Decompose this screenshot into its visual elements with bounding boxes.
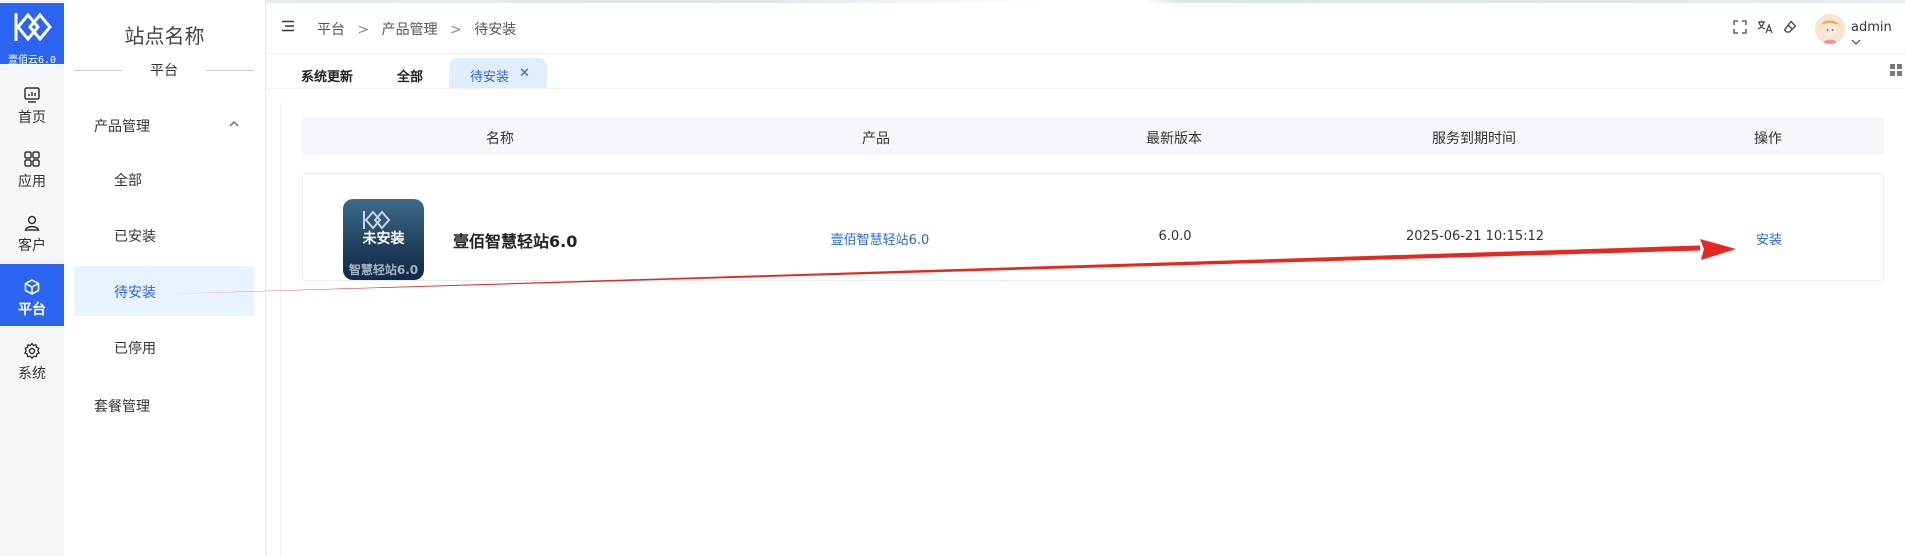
menu-group-label: 套餐管理 [94,399,150,415]
product-link[interactable]: 壹佰智慧轻站6.0 [831,229,930,248]
menu-group-label: 产品管理 [94,119,150,135]
product-image: 未安装 智慧轻站6.0 [343,199,424,280]
user-name: admin [1851,20,1892,35]
breadcrumb-item: 待安装 [474,22,517,38]
product-name: 壹佰智慧轻站6.0 [453,232,578,251]
eraser-icon[interactable] [1783,20,1797,34]
dashboard-icon [24,87,40,103]
product-status-badge: 未安装 [362,231,405,247]
tab-label: 系统更新 [301,70,354,85]
logo-icon [14,12,52,42]
menu-group-product-management[interactable]: 产品管理 [74,112,254,140]
close-tab-icon[interactable]: ✕ [519,66,530,81]
menu-toggle-icon[interactable] [281,20,295,32]
icon-rail: 壹佰云6.0 首页 应用 客户 平台 系统 [0,0,64,556]
column-header: 名称 [486,131,514,147]
breadcrumb-item[interactable]: 平台 [317,22,345,38]
sidebar-item-disabled[interactable]: 已停用 [74,322,254,372]
cube-icon [24,279,40,295]
column-header: 操作 [1754,131,1782,147]
column-header: 最新版本 [1146,131,1202,147]
main-content: 名称 产品 最新版本 服务到期时间 操作 未安装 智慧轻站6.0 壹佰智慧轻站6… [280,103,1905,556]
menu-group-plan-management[interactable]: 套餐管理 [74,392,254,420]
sidebar-item-pending[interactable]: 待安装 [74,266,254,316]
rail-item-home[interactable]: 首页 [0,72,64,134]
logo[interactable]: 壹佰云6.0 [0,3,64,66]
table-header: 名称 产品 最新版本 服务到期时间 操作 [302,117,1884,155]
expires-cell: 2025-06-21 10:15:12 [1405,229,1545,244]
apps-grid-icon [24,151,40,167]
logo-text: 壹佰云6.0 [7,55,57,66]
tab-label: 待安装 [470,70,510,85]
column-header: 产品 [862,131,890,147]
user-menu[interactable]: admin [1851,20,1905,50]
install-button[interactable]: 安装 [1756,229,1782,248]
sidebar-item-all[interactable]: 全部 [74,154,254,204]
avatar-icon [1815,14,1845,44]
sidebar-item-installed[interactable]: 已安装 [74,210,254,260]
header: 平台 > 产品管理 > 待安装 admin [265,3,1905,54]
chevron-up-icon [229,121,239,127]
breadcrumb-separator: > [450,22,462,38]
sidebar-item-label: 已停用 [114,341,156,357]
tab-pending[interactable]: 待安装 ✕ [449,58,547,88]
tabs-menu-icon[interactable] [1890,64,1902,76]
tab-bar: 系统更新 全部 待安装 ✕ [265,54,1905,89]
breadcrumb-separator: > [357,22,370,38]
translate-icon[interactable] [1757,20,1773,34]
version-cell: 6.0.0 [1158,229,1192,244]
sidebar-section-header: 平台 [74,58,254,82]
rail-label: 平台 [18,302,46,318]
divider [206,70,254,71]
table-row: 未安装 智慧轻站6.0 壹佰智慧轻站6.0 壹佰智慧轻站6.0 6.0.0 20… [302,173,1884,281]
rail-item-apps[interactable]: 应用 [0,136,64,198]
gear-icon [23,342,41,360]
tab-all[interactable]: 全部 [397,58,437,88]
rail-label: 首页 [18,110,46,126]
breadcrumb-item[interactable]: 产品管理 [382,22,438,38]
rail-item-platform[interactable]: 平台 [0,264,64,326]
tab-system-update[interactable]: 系统更新 [301,58,361,88]
fullscreen-icon[interactable] [1733,20,1747,34]
tab-label: 全部 [397,70,424,85]
rail-label: 系统 [18,366,46,382]
sidebar-item-label: 已安装 [114,229,156,245]
rail-label: 应用 [18,174,46,190]
sidebar: 站点名称 平台 产品管理 全部 已安装 待安装 已停用 套餐管理 [64,0,266,556]
chevron-down-icon [1851,39,1861,45]
site-name: 站点名称 [124,24,205,48]
rail-item-system[interactable]: 系统 [0,328,64,390]
product-image-caption: 智慧轻站6.0 [348,263,419,277]
rail-label: 客户 [18,238,46,254]
sidebar-item-label: 全部 [114,173,142,189]
user-icon [24,215,40,231]
breadcrumb: 平台 > 产品管理 > 待安装 [317,19,524,39]
rail-item-customer[interactable]: 客户 [0,200,64,262]
sidebar-item-label: 待安装 [114,285,156,301]
column-header: 服务到期时间 [1432,131,1516,147]
avatar[interactable] [1815,14,1845,44]
